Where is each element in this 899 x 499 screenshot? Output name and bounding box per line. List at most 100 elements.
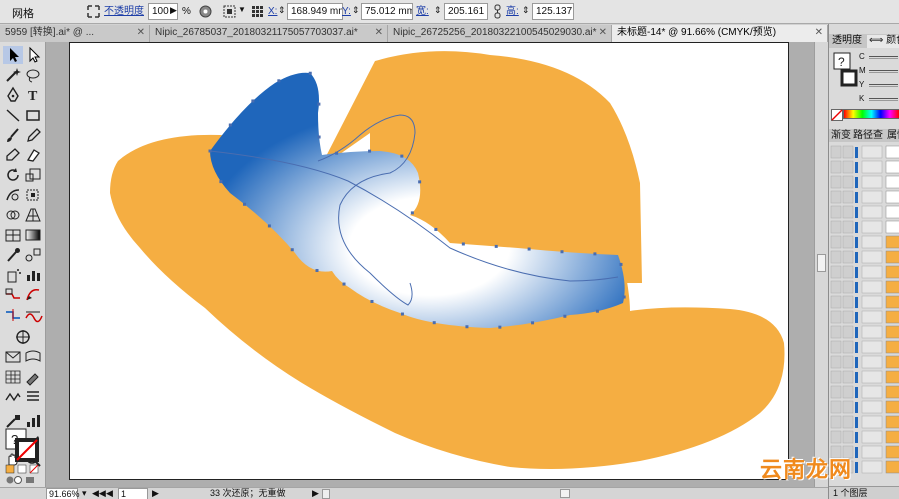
scale-tool-icon[interactable] (23, 166, 43, 184)
anchor-point[interactable] (619, 262, 623, 266)
mesh-grid-icon[interactable] (3, 368, 23, 386)
anchor-point[interactable] (461, 242, 465, 246)
tab-color[interactable]: ⟺ 颜色 (867, 35, 899, 48)
symbol-sprayer-tool-icon[interactable] (3, 266, 23, 284)
layer-row[interactable] (830, 430, 899, 444)
reference-point-icon[interactable] (250, 4, 265, 19)
lasso-tool-icon[interactable] (23, 66, 43, 84)
slice-tool-icon[interactable] (23, 286, 43, 304)
pen-tool-icon[interactable] (3, 86, 23, 104)
align-icon[interactable] (222, 4, 237, 19)
x-label[interactable]: X: (268, 6, 277, 18)
artboard[interactable] (69, 42, 789, 480)
anchor-point[interactable] (494, 244, 498, 248)
layer-rows[interactable] (829, 144, 899, 484)
anchor-point[interactable] (219, 180, 223, 184)
color-panel-menu-icon[interactable]: ⟺ (869, 35, 883, 46)
tab-pathfinder[interactable]: 路径查 (853, 130, 883, 143)
perspective-grid-tool-icon[interactable] (23, 206, 43, 224)
height-input[interactable]: 125.137 mi (532, 3, 574, 20)
anchor-point[interactable] (434, 227, 438, 231)
hscroll-left[interactable] (322, 489, 330, 499)
tab-close-icon[interactable]: ✕ (599, 25, 607, 41)
tab-attributes[interactable]: 属性 (887, 130, 899, 143)
tab-close-icon[interactable]: ✕ (375, 25, 383, 41)
page-field[interactable]: 1 (118, 488, 148, 499)
tab-document-active[interactable]: 未标题-14* @ 91.66% (CMYK/预览) ✕ (612, 25, 828, 42)
anchor-point[interactable] (335, 151, 339, 155)
eraser-tool-icon[interactable] (23, 146, 43, 164)
blend-tool-icon[interactable] (23, 246, 43, 264)
layer-row[interactable] (830, 400, 899, 414)
scroll-thumb[interactable] (817, 254, 826, 272)
layer-row[interactable] (830, 370, 899, 384)
anchor-point[interactable] (563, 314, 567, 318)
recolor-icon[interactable] (198, 4, 213, 19)
constrain-proportions-icon[interactable] (490, 4, 505, 19)
opacity-link[interactable]: 不透明度 (104, 6, 144, 18)
layer-row[interactable] (830, 310, 899, 324)
tab-document-2[interactable]: Nipic_26785037_20180321175057703037.ai* ✕ (150, 25, 388, 42)
canvas-area[interactable] (46, 42, 814, 487)
blob-brush-tool-icon[interactable] (3, 146, 23, 164)
anchor-point[interactable] (290, 248, 294, 252)
align-lines-icon[interactable] (23, 388, 43, 406)
anchor-point[interactable] (228, 123, 232, 127)
select-similar-icon[interactable] (86, 4, 101, 19)
live-paint-icon[interactable] (23, 368, 43, 386)
rotate-tool-icon[interactable] (3, 166, 23, 184)
eyedropper-tool-icon[interactable] (3, 246, 23, 264)
layer-row[interactable] (830, 250, 899, 264)
height-label[interactable]: 高: (506, 6, 519, 18)
anchor-point[interactable] (315, 268, 319, 272)
free-transform-tool-icon[interactable] (23, 186, 43, 204)
anchor-point[interactable] (370, 299, 374, 303)
anchor-point[interactable] (400, 312, 404, 316)
cmyk-slider-m[interactable]: M (859, 66, 899, 76)
hat-artwork[interactable] (70, 43, 790, 481)
direct-selection-tool-icon[interactable] (23, 46, 43, 64)
anchor-point[interactable] (595, 309, 599, 313)
anchor-point[interactable] (368, 149, 372, 153)
vertical-scrollbar[interactable] (814, 42, 828, 487)
width-label[interactable]: 宽: (416, 6, 429, 18)
scissors-tool-icon[interactable] (23, 306, 43, 324)
anchor-point[interactable] (465, 325, 469, 329)
anchor-point[interactable] (342, 282, 346, 286)
artboard-tool-icon[interactable] (3, 286, 23, 304)
paintbrush-tool-icon[interactable] (3, 126, 23, 144)
warp-tool-icon[interactable] (3, 186, 23, 204)
prev-page-icon[interactable]: ◀ (106, 488, 113, 499)
anchor-point[interactable] (400, 154, 404, 158)
first-page-icon[interactable]: ◀◀ (92, 488, 106, 499)
x-stepper-icon[interactable]: ⇕ (278, 4, 286, 16)
anchor-point[interactable] (317, 102, 321, 106)
cmyk-slider-k[interactable]: K (859, 94, 899, 104)
layer-row[interactable] (830, 235, 899, 249)
color-spectrum[interactable] (843, 109, 899, 119)
hscroll-thumb[interactable] (560, 489, 570, 498)
layer-row[interactable] (830, 205, 899, 219)
layers-list[interactable] (829, 144, 899, 484)
layer-row[interactable] (830, 175, 899, 189)
cmyk-slider-c[interactable]: C (859, 52, 899, 62)
anchor-point[interactable] (208, 149, 212, 153)
layer-row[interactable] (830, 385, 899, 399)
layer-row[interactable] (830, 340, 899, 354)
status-menu-icon[interactable]: ▶ (312, 488, 319, 499)
anchor-point[interactable] (251, 99, 255, 103)
column-graph-tool-icon[interactable] (23, 266, 43, 284)
anchor-point[interactable] (527, 247, 531, 251)
x-input[interactable]: 168.949 mm (287, 3, 343, 20)
y-label[interactable]: Y: (342, 6, 351, 18)
anchor-point[interactable] (560, 250, 564, 254)
anchor-point[interactable] (243, 202, 247, 206)
width-stepper-icon[interactable]: ⇕ (434, 4, 442, 16)
width-input[interactable]: 205.161 mi (444, 3, 488, 20)
layer-row[interactable] (830, 295, 899, 309)
none-color-icon[interactable] (831, 109, 843, 121)
envelope-tool-icon[interactable] (3, 348, 23, 366)
layer-row[interactable] (830, 325, 899, 339)
anchor-point[interactable] (418, 180, 422, 184)
type-tool-icon[interactable]: T (23, 86, 43, 104)
